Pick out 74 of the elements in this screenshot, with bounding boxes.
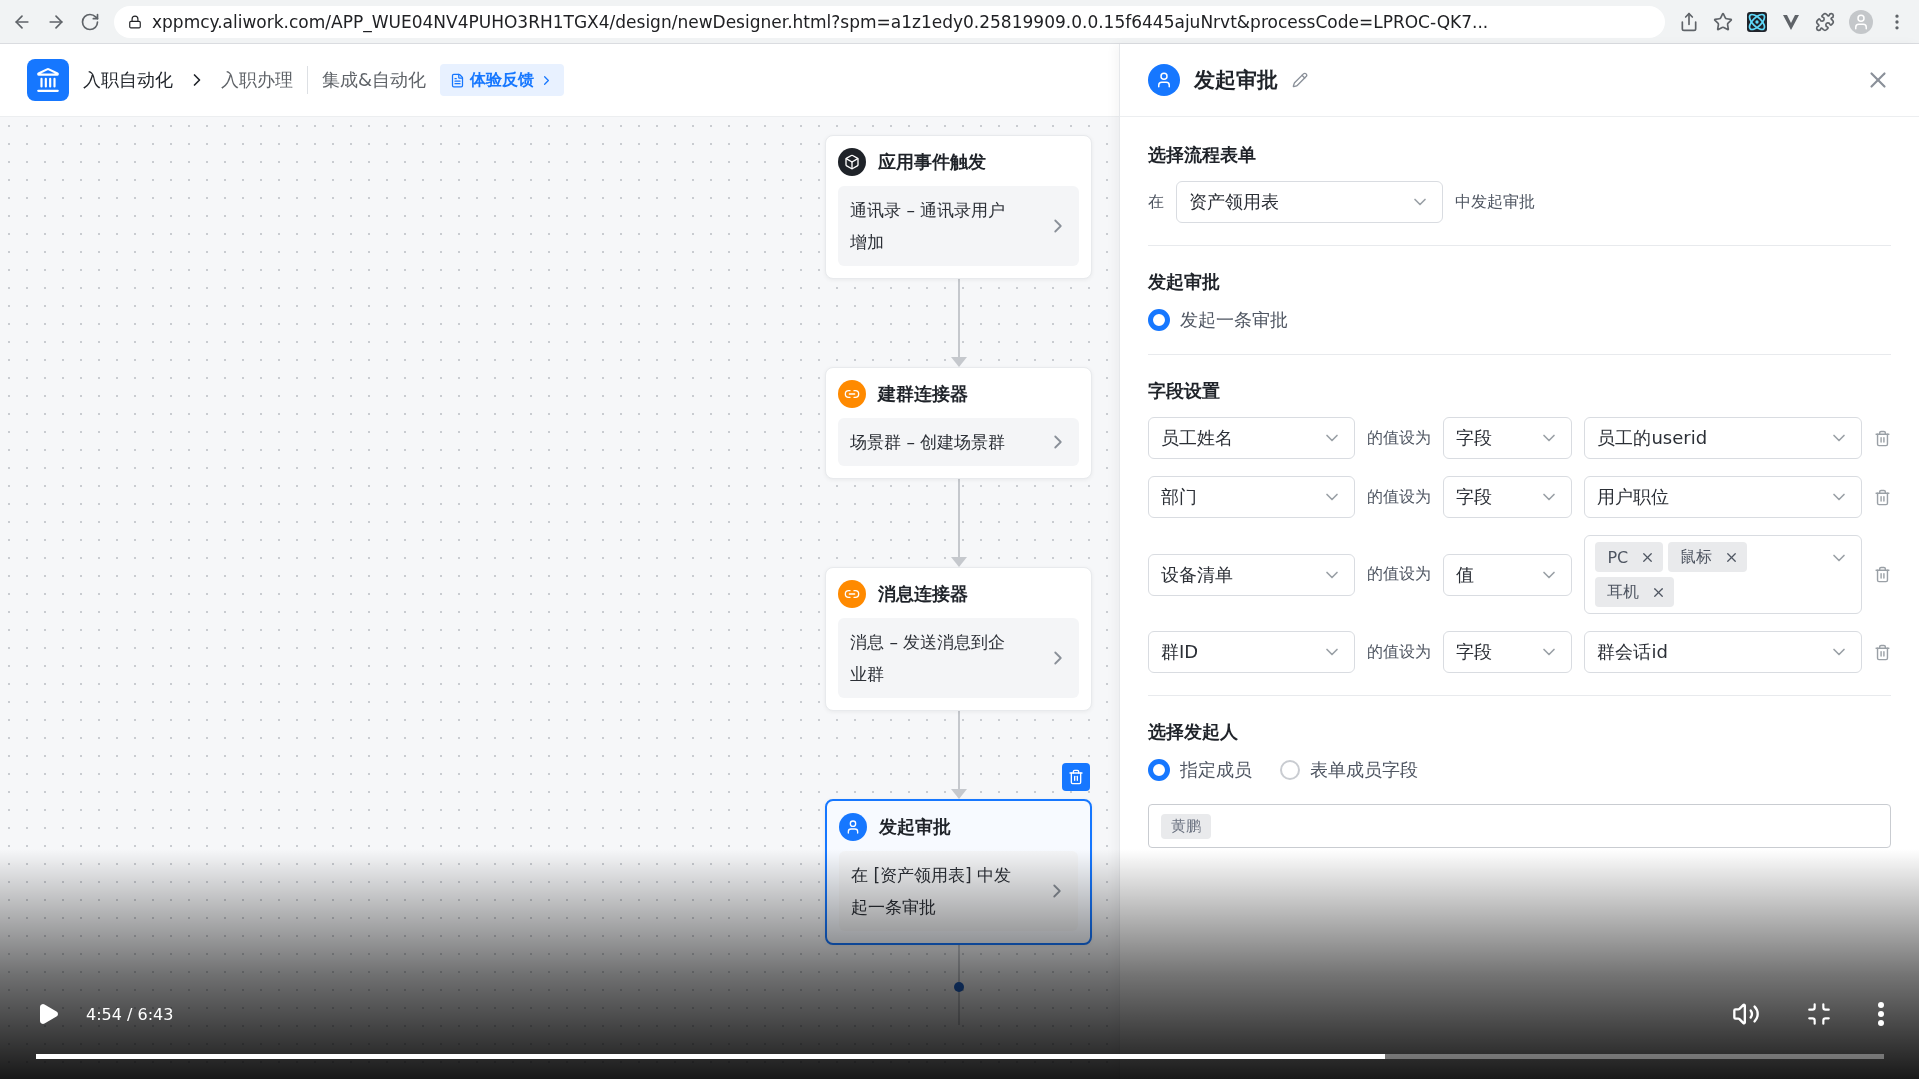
breadcrumb-item[interactable]: 入职办理 [221, 68, 293, 92]
value-label: 的值设为 [1367, 427, 1432, 449]
type-select[interactable]: 值 [1443, 553, 1573, 596]
user-icon [839, 813, 867, 841]
member-tag: 黄鹏 [1161, 813, 1211, 839]
node-detail[interactable]: 在 [资产领用表] 中发起一条审批 [839, 851, 1078, 931]
feedback-button[interactable]: 体验反馈 [440, 64, 565, 96]
value-label: 的值设为 [1367, 641, 1432, 663]
puzzle-icon[interactable] [1815, 11, 1835, 32]
link-icon [838, 380, 866, 408]
address-bar[interactable]: xppmcy.aliwork.com/APP_WUE04NV4PUHO3RH1TGX4/design/newDesigner.html?spm=a1z1edy0.25819909.0.0.15f6445ajuNrvt&processCode=LPROC-QK7... [114, 5, 1665, 38]
reload-icon[interactable] [80, 11, 100, 32]
nav-link[interactable]: 集成&自动化 [322, 68, 427, 92]
value-label: 的值设为 [1367, 564, 1432, 585]
radio-option[interactable]: 表单成员字段 [1280, 758, 1418, 782]
trash-icon[interactable] [1874, 488, 1891, 506]
member-field[interactable]: 黄鹏 [1148, 804, 1891, 848]
delete-button[interactable] [1062, 763, 1090, 791]
node-detail[interactable]: 消息 – 发送消息到企业群 [838, 618, 1079, 698]
type-select[interactable]: 字段 [1443, 631, 1573, 673]
type-select[interactable]: 字段 [1443, 417, 1573, 459]
node-detail[interactable]: 通讯录 – 通讯录用户增加 [838, 186, 1079, 266]
trash-icon[interactable] [1874, 429, 1891, 447]
value-tag: 耳机 [1595, 577, 1675, 607]
user-icon [1148, 64, 1180, 96]
edit-icon[interactable] [1292, 72, 1308, 88]
node-title: 建群连接器 [878, 382, 968, 406]
prefix-label: 在 [1148, 191, 1164, 213]
node-title: 消息连接器 [878, 582, 968, 606]
star-icon[interactable] [1713, 11, 1733, 32]
cube-icon [838, 148, 866, 176]
field-select[interactable]: 员工姓名 [1148, 417, 1356, 459]
value-select[interactable]: 群会话id [1584, 631, 1862, 673]
trash-icon [1068, 769, 1084, 785]
node-title: 发起审批 [879, 815, 951, 839]
lock-icon [128, 14, 142, 29]
progress-bar[interactable] [36, 1054, 1884, 1059]
section-heading: 选择流程表单 [1148, 143, 1257, 167]
form-select[interactable]: 资产领用表 [1176, 181, 1443, 223]
flow-node[interactable]: 建群连接器 场景群 – 创建场景群 [825, 367, 1092, 479]
exit-fullscreen-button[interactable] [1806, 1001, 1832, 1027]
document-icon [450, 72, 466, 88]
radio-option[interactable]: 指定成员 [1148, 758, 1252, 782]
value-tag: PC [1595, 542, 1664, 572]
atom-icon[interactable] [1747, 11, 1767, 32]
value-tag: 鼠标 [1668, 542, 1748, 572]
flow-node[interactable]: 应用事件触发 通讯录 – 通讯录用户增加 [825, 135, 1092, 279]
link-icon [838, 580, 866, 608]
more-button[interactable] [1878, 1002, 1884, 1026]
panel-title: 发起审批 [1194, 67, 1278, 94]
field-select[interactable]: 设备清单 [1148, 553, 1356, 596]
field-select[interactable]: 部门 [1148, 476, 1356, 518]
section-heading: 字段设置 [1148, 379, 1221, 403]
type-select[interactable]: 字段 [1443, 476, 1573, 518]
playback-time: 4:54 / 6:43 [86, 1004, 175, 1024]
field-select[interactable]: 群ID [1148, 631, 1356, 673]
radio-option[interactable]: 发起一条审批 [1148, 308, 1288, 332]
node-detail[interactable]: 场景群 – 创建场景群 [838, 418, 1079, 466]
minimize-icon [1806, 1001, 1832, 1027]
node-title: 应用事件触发 [878, 150, 986, 174]
landmark-icon[interactable] [27, 59, 69, 101]
share-icon[interactable] [1679, 11, 1699, 32]
value-select[interactable]: 用户职位 [1584, 476, 1862, 518]
value-select[interactable]: 员工的userid [1584, 417, 1862, 459]
flow-node[interactable]: 消息连接器 消息 – 发送消息到企业群 [825, 567, 1092, 711]
breadcrumb-item[interactable]: 入职自动化 [83, 68, 173, 92]
value-label: 的值设为 [1367, 486, 1432, 508]
section-heading: 发起审批 [1148, 270, 1221, 294]
trash-icon[interactable] [1874, 643, 1891, 661]
value-multiselect[interactable]: PC 鼠标 耳机 [1584, 535, 1862, 614]
trash-icon[interactable] [1874, 566, 1891, 583]
more-icon [1878, 1002, 1884, 1026]
suffix-label: 中发起审批 [1455, 191, 1535, 213]
section-heading: 选择发起人 [1148, 720, 1239, 744]
